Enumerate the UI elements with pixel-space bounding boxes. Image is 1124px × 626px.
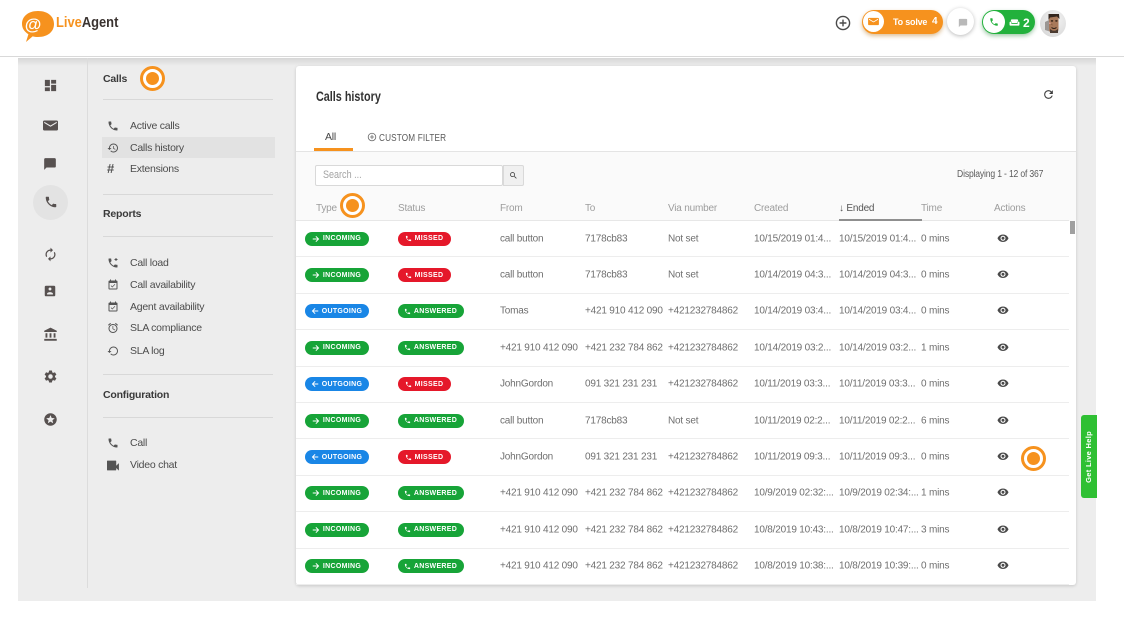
svg-text:@: @ [25,15,42,34]
